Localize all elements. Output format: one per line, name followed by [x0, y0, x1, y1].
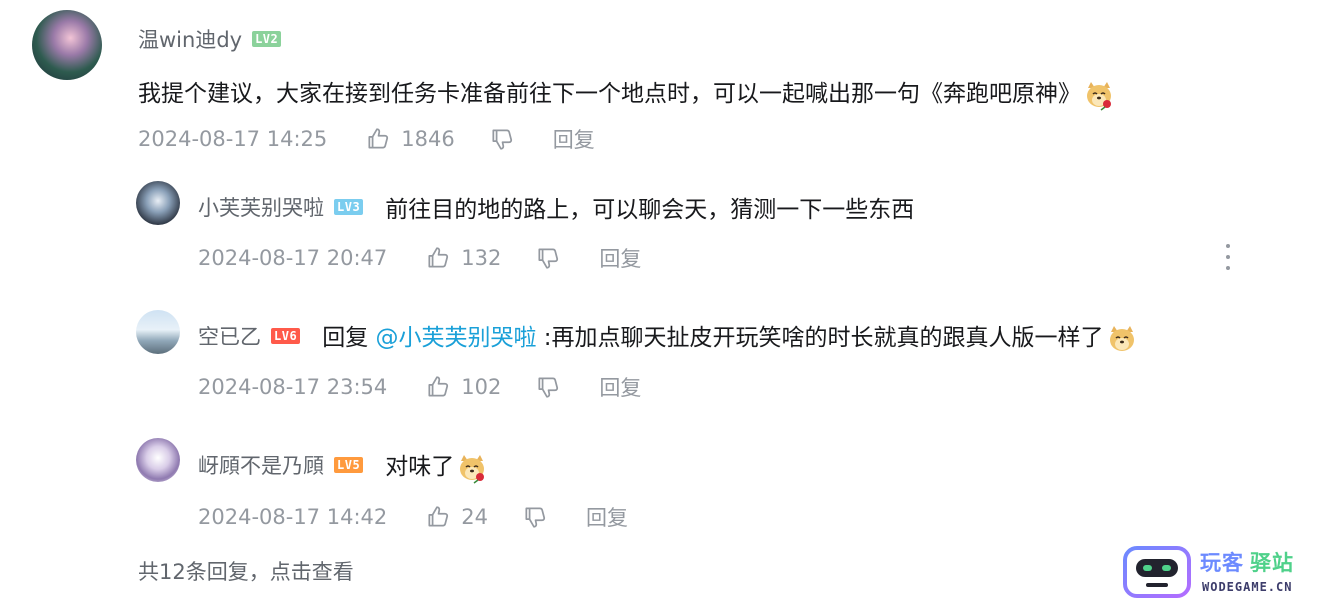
level-badge: LV6 [271, 328, 301, 345]
watermark-subtitle: WODEGAME.CN [1202, 580, 1293, 594]
timestamp: 2024-08-17 20:47 [198, 246, 388, 270]
dislike-button[interactable] [522, 504, 548, 530]
username[interactable]: 温win迪dy LV2 [138, 24, 282, 54]
timestamp: 2024-08-17 14:42 [198, 505, 388, 529]
watermark-title: 玩客 驿站 [1200, 551, 1294, 575]
doge-rose-emoji-icon [1087, 81, 1111, 111]
dislike-button[interactable] [535, 245, 561, 271]
reply-item: 岈頋不是乃頋 LV5 对味了 [198, 447, 488, 484]
wodegame-logo-icon [1123, 546, 1191, 598]
avatar[interactable] [32, 10, 102, 80]
avatar[interactable] [136, 438, 180, 482]
username[interactable]: 岈頋不是乃頋 [198, 450, 324, 480]
avatar[interactable] [136, 310, 180, 354]
reply-content: 前往目的地的路上，可以聊会天，猜测一下一些东西 [385, 197, 915, 223]
dislike-button[interactable] [535, 374, 561, 400]
thumbs-down-icon [538, 377, 559, 398]
more-options-icon[interactable] [1220, 244, 1236, 270]
like-count: 24 [461, 505, 488, 529]
thumbs-up-icon [428, 376, 449, 397]
reply-button[interactable]: 回复 [599, 372, 641, 402]
doge-rose-emoji-icon [460, 454, 485, 484]
reply-content: 对味了 [385, 447, 488, 484]
like-button[interactable]: 1846 [365, 126, 455, 152]
level-badge: LV2 [252, 31, 282, 47]
reply-item: 小芙芙别哭啦 LV3 前往目的地的路上，可以聊会天，猜测一下一些东西 [198, 190, 914, 224]
dislike-button[interactable] [489, 126, 515, 152]
reply-meta: 2024-08-17 23:54 102 回复 [198, 372, 641, 402]
username[interactable]: 小芙芙别哭啦 [198, 192, 324, 222]
like-count: 1846 [401, 127, 455, 151]
thumbs-up-icon [368, 128, 389, 149]
like-count: 132 [461, 246, 502, 270]
reply-button[interactable]: 回复 [553, 124, 595, 154]
avatar[interactable] [136, 181, 180, 225]
level-badge: LV3 [334, 199, 364, 215]
view-all-replies-link[interactable]: 共12条回复，点击查看 [138, 556, 354, 586]
timestamp: 2024-08-17 14:25 [138, 127, 328, 151]
reply-button[interactable]: 回复 [599, 243, 641, 273]
like-button[interactable]: 132 [425, 245, 501, 271]
comment-content: 我提个建议，大家在接到任务卡准备前往下一个地点时，可以一起喊出那一句《奔跑吧原神… [138, 74, 1115, 111]
thumbs-down-icon [538, 248, 559, 269]
thumbs-up-icon [428, 247, 449, 268]
thumbs-down-icon [525, 507, 546, 528]
reply-meta: 2024-08-17 20:47 132 回复 [198, 243, 641, 273]
thumbs-up-icon [428, 506, 449, 527]
like-button[interactable]: 102 [425, 374, 501, 400]
reply-meta: 2024-08-17 14:42 24 回复 [198, 502, 628, 532]
like-button[interactable]: 24 [425, 504, 488, 530]
comment-meta: 2024-08-17 14:25 1846 回复 [138, 124, 595, 154]
level-badge: LV5 [334, 457, 364, 474]
like-count: 102 [461, 375, 502, 399]
reply-item: 空已乙 LV6 回复 @小芙芙别哭啦 :再加点聊天扯皮开玩笑啥的时长就真的跟真人… [198, 318, 1138, 355]
thumbs-down-icon [492, 129, 512, 150]
timestamp: 2024-08-17 23:54 [198, 375, 388, 399]
reply-button[interactable]: 回复 [586, 502, 628, 532]
mention-link[interactable]: @小芙芙别哭啦 [376, 325, 537, 351]
reply-content: 回复 @小芙芙别哭啦 :再加点聊天扯皮开玩笑啥的时长就真的跟真人版一样了 [322, 318, 1137, 355]
comment-thread: 温win迪dy LV2 我提个建议，大家在接到任务卡准备前往下一个地点时，可以一… [0, 0, 1328, 602]
doge-emoji-icon [1109, 325, 1134, 351]
username[interactable]: 空已乙 [198, 321, 261, 351]
